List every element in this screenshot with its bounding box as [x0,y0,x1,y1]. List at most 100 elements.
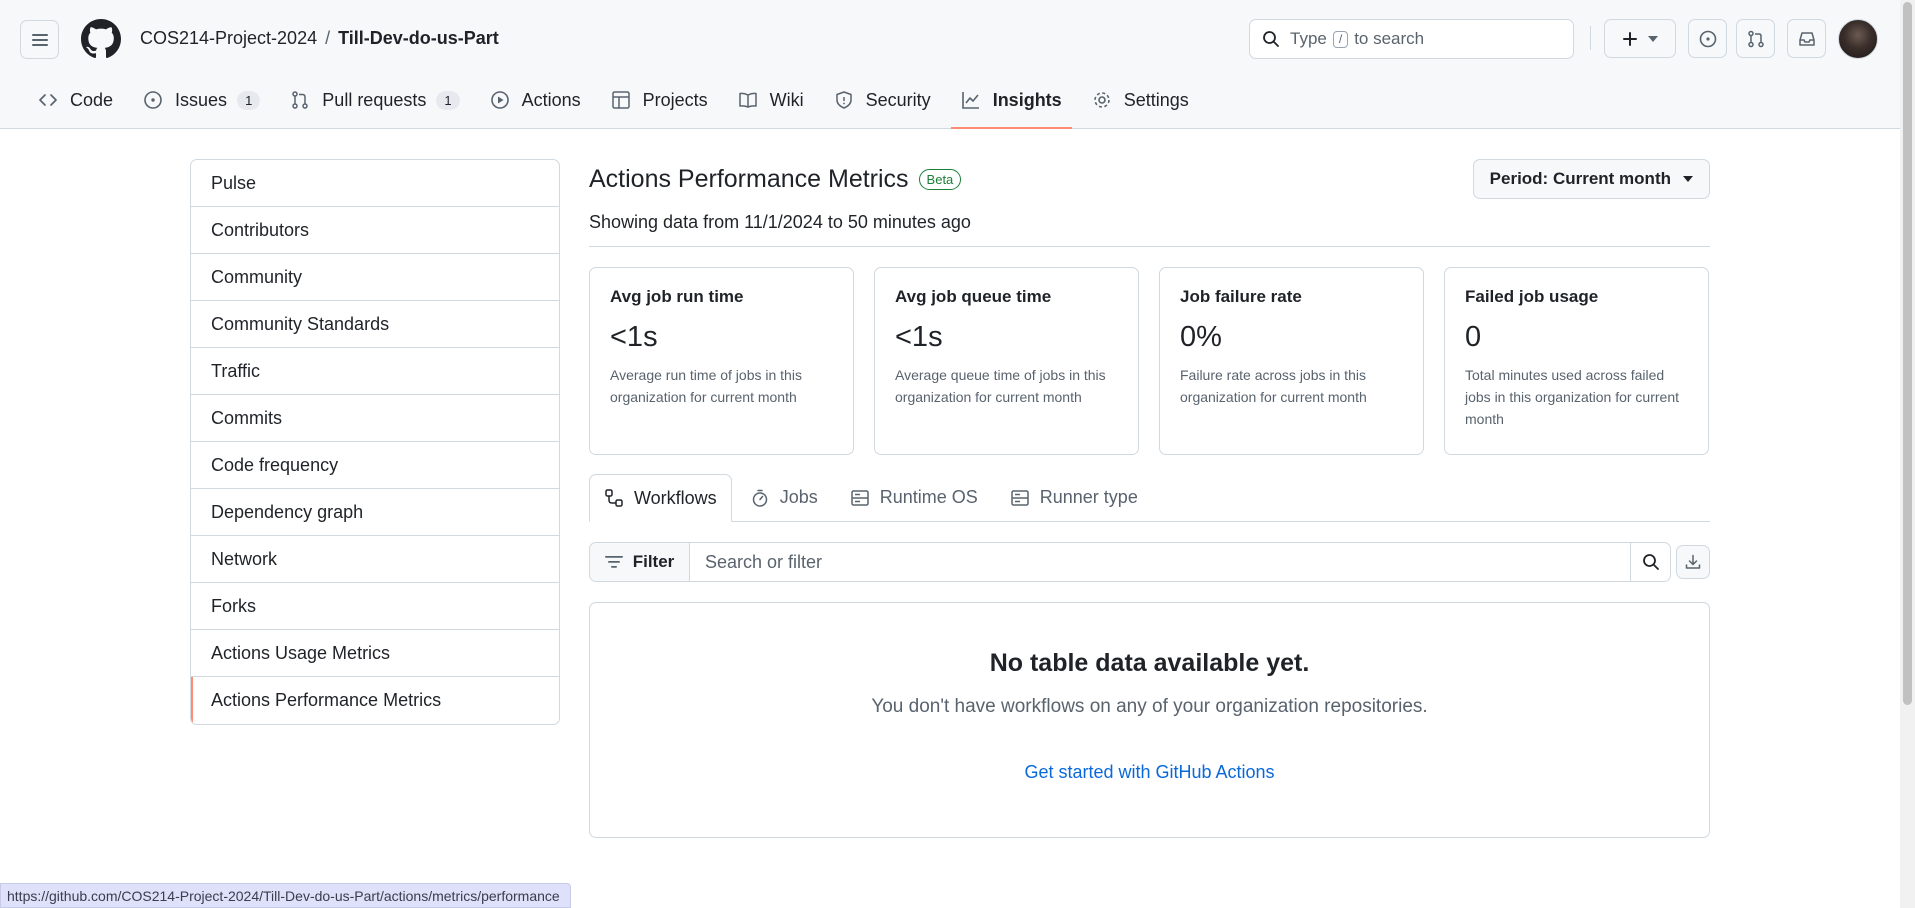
tab-label: Wiki [769,89,804,110]
breadcrumb-repo[interactable]: Till-Dev-do-us-Part [338,28,499,48]
sidebar-item-code-frequency[interactable]: Code frequency [191,442,559,489]
filter-bar: Filter Search or filter [589,542,1710,582]
plus-icon [1622,31,1638,47]
filter-search-button[interactable] [1631,542,1671,582]
avatar[interactable] [1838,19,1878,59]
tab-runtime-os[interactable]: Runtime OS [836,474,992,521]
download-button[interactable] [1676,545,1710,579]
metric-value: <1s [895,321,943,353]
graph-icon [961,90,981,110]
metric-card-failed-job-usage: Failed job usage 0 Total minutes used ac… [1444,267,1709,455]
filter-icon [604,555,623,569]
search-input[interactable]: Type / to search [1249,19,1574,59]
inbox-button[interactable] [1787,19,1826,58]
period-label: Period: Current month [1489,169,1671,188]
tab-runner-type[interactable]: Runner type [996,474,1152,521]
tab-label: Actions [521,89,581,110]
sidebar-item-community[interactable]: Community [191,254,559,301]
tab-pull-requests[interactable]: Pull requests 1 [280,80,469,120]
tab-label: Security [865,89,931,110]
filter-label: Filter [632,552,675,571]
tab-issues[interactable]: Issues 1 [133,80,270,120]
triangle-down-icon [1683,176,1693,182]
get-started-actions-link[interactable]: Get started with GitHub Actions [1024,762,1274,783]
search-prefix: Type [1290,29,1327,48]
tab-settings[interactable]: Settings [1082,80,1199,120]
server-icon [850,488,870,508]
main-content: Actions Performance Metrics Beta Period:… [589,159,1710,838]
create-new-button[interactable] [1604,19,1676,58]
breadcrumb-owner[interactable]: COS214-Project-2024 [140,28,317,48]
sidebar-item-traffic[interactable]: Traffic [191,348,559,395]
git-pull-request-icon [1747,30,1765,48]
sidebar-item-commits[interactable]: Commits [191,395,559,442]
metrics-tabs: Workflows Jobs Runtime OS Runner type [589,474,1710,522]
download-icon [1685,554,1701,570]
stopwatch-icon [750,488,770,508]
page-title: Actions Performance Metrics [589,165,909,193]
tab-actions[interactable]: Actions [480,80,591,120]
sidebar-item-pulse[interactable]: Pulse [191,160,559,207]
tab-jobs[interactable]: Jobs [736,474,832,521]
code-icon [38,90,58,110]
tab-label: Code [70,89,114,110]
sidebar-item-contributors[interactable]: Contributors [191,207,559,254]
book-icon [738,90,758,110]
tab-workflows[interactable]: Workflows [589,474,732,522]
triangle-down-icon [1648,35,1658,42]
metric-value: 0% [1180,321,1222,353]
tab-label: Jobs [779,487,818,507]
tab-label: Runtime OS [879,487,978,507]
page-scrollbar[interactable] [1900,0,1915,908]
scrollbar-thumb[interactable] [1903,2,1912,705]
tab-security[interactable]: Security [824,80,941,120]
tab-code[interactable]: Code [28,80,123,120]
metric-cards: Avg job run time <1s Average run time of… [589,267,1710,455]
beta-badge: Beta [918,169,962,190]
breadcrumb: COS214-Project-2024 / Till-Dev-do-us-Part [140,28,499,49]
server-icon [1010,488,1030,508]
sidebar-item-dependency-graph[interactable]: Dependency graph [191,489,559,536]
metric-card-avg-queue-time: Avg job queue time <1s Average queue tim… [874,267,1139,455]
metric-description: Failure rate across jobs in this organiz… [1180,367,1367,405]
search-suffix: to search [1354,29,1425,48]
search-shortcut-key: / [1332,30,1349,48]
filter-button[interactable]: Filter [589,542,690,582]
sidebar-item-actions-usage-metrics[interactable]: Actions Usage Metrics [191,630,559,677]
metric-title: Avg job run time [610,287,744,306]
tab-label: Runner type [1039,487,1138,507]
tab-label: Workflows [634,487,717,508]
issue-opened-icon [143,90,163,110]
tab-label: Issues [175,89,228,110]
header-divider [1590,26,1591,50]
search-icon [1262,30,1280,48]
pull-requests-button[interactable] [1736,19,1775,58]
issues-button[interactable] [1688,19,1727,58]
title-row: Actions Performance Metrics Beta Period:… [589,159,1710,200]
sidebar-item-forks[interactable]: Forks [191,583,559,630]
gear-icon [1092,90,1112,110]
tab-label: Pull requests [322,89,427,110]
tab-label: Projects [642,89,708,110]
tab-projects[interactable]: Projects [601,80,718,120]
tab-wiki[interactable]: Wiki [728,80,814,120]
breadcrumb-separator: / [325,28,331,48]
sidebar-item-network[interactable]: Network [191,536,559,583]
search-or-filter-input[interactable]: Search or filter [690,542,1631,582]
empty-state-title: No table data available yet. [989,649,1310,677]
insights-sidebar: Pulse Contributors Community Community S… [190,159,560,725]
sidebar-item-actions-performance-metrics[interactable]: Actions Performance Metrics [191,677,559,724]
search-icon [1642,553,1660,571]
shield-icon [834,90,854,110]
github-logo-icon[interactable] [81,19,121,59]
repo-nav: Code Issues 1 Pull requests 1 Actions Pr… [28,80,1209,129]
sidebar-item-community-standards[interactable]: Community Standards [191,301,559,348]
empty-state: No table data available yet. You don't h… [589,602,1710,838]
period-dropdown-button[interactable]: Period: Current month [1472,159,1710,199]
empty-state-description: You don't have workflows on any of your … [871,696,1428,717]
workflow-icon [604,488,624,508]
menu-button[interactable] [20,20,59,59]
play-icon [490,90,510,110]
tab-insights[interactable]: Insights [950,80,1072,129]
issues-count-badge: 1 [237,90,261,110]
